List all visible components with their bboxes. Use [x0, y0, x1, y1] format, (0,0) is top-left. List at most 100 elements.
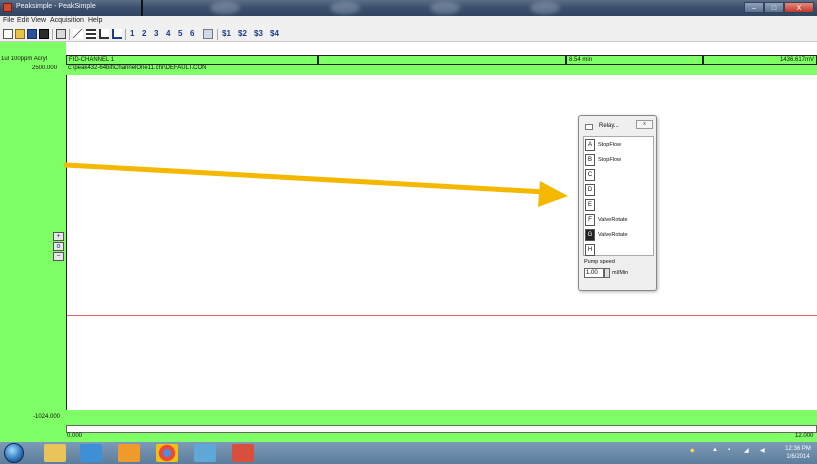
signal-icon[interactable]: ◢ — [744, 447, 749, 454]
menu-acquisition[interactable]: Acquisition — [50, 17, 84, 24]
blurred-region — [330, 2, 360, 14]
pump-speed-unit: ml/Min — [612, 270, 629, 276]
relay-key-button[interactable]: H — [585, 244, 595, 256]
relay-key-button[interactable]: C — [585, 169, 595, 181]
relay-row[interactable]: D — [584, 182, 655, 197]
x-max-label: 12.000 — [795, 433, 814, 439]
toolbar-separator — [52, 29, 53, 40]
overlay-icon[interactable] — [112, 29, 122, 39]
relay-key-button[interactable]: G — [585, 229, 595, 241]
relay-row[interactable]: G ValveRotate — [584, 227, 655, 242]
multi-4-button[interactable]: $4 — [270, 29, 279, 38]
app-icon[interactable] — [232, 444, 254, 462]
print-icon[interactable] — [56, 29, 66, 39]
relay-row[interactable]: C — [584, 167, 655, 182]
toolbar-separator — [217, 29, 218, 40]
clock-date: 1/6/2014 — [786, 454, 810, 460]
relay-row[interactable]: H — [584, 242, 655, 257]
file-path: c:\peak432-64bit\ChannelOne11.chr\DEFAUL… — [68, 65, 207, 71]
blurred-region — [210, 2, 240, 14]
menu-view[interactable]: View — [31, 17, 46, 24]
relay-list: A StopFlow B StopFlow C D E F ValveRotate G ValveR… — [583, 136, 654, 256]
new-file-icon[interactable] — [3, 29, 13, 39]
relay-row[interactable]: B StopFlow — [584, 152, 655, 167]
channel-label: FID-CHANNEL 1 — [66, 55, 318, 65]
multi-1-button[interactable]: $1 — [222, 29, 231, 38]
internet-explorer-icon[interactable] — [80, 444, 102, 462]
baseline-trace — [67, 315, 817, 316]
horizontal-scrollbar[interactable] — [66, 425, 817, 433]
blurred-region — [430, 2, 460, 14]
toolbar-separator — [69, 29, 70, 40]
window-title: Peaksimple - PeakSimple — [16, 3, 96, 10]
relay-row[interactable]: E — [584, 197, 655, 212]
tray-arrow-icon[interactable]: ▲ — [712, 447, 718, 453]
channel-5-button[interactable]: 5 — [178, 29, 182, 38]
relay-window-title: Relay... — [599, 123, 619, 129]
relay-key-button[interactable]: A — [585, 139, 595, 151]
blurred-region — [530, 2, 560, 14]
relay-key-button[interactable]: F — [585, 214, 595, 226]
peaksimple-icon[interactable] — [194, 444, 216, 462]
menu-help[interactable]: Help — [88, 17, 102, 24]
time-readout: 8.54 min — [566, 55, 703, 65]
menu-file[interactable]: File — [3, 17, 14, 24]
relay-key-button[interactable]: B — [585, 154, 595, 166]
pump-speed-label: Pump speed — [584, 259, 615, 265]
menu-bar: File Edit View Acquisition Help — [0, 16, 817, 27]
relay-window-icon — [585, 124, 593, 130]
maximize-button[interactable]: □ — [764, 2, 784, 13]
taskbar: ◆ ▲ ▪ ◢ ◀ 12:36 PM 1/6/2014 — [0, 442, 817, 464]
start-button[interactable] — [4, 443, 24, 463]
results-table-icon[interactable] — [86, 29, 96, 39]
chrome-icon[interactable] — [156, 444, 178, 462]
relay-row[interactable]: F ValveRotate — [584, 212, 655, 227]
menu-edit[interactable]: Edit — [17, 17, 29, 24]
multi-2-button[interactable]: $2 — [238, 29, 247, 38]
chromatogram-plot[interactable] — [66, 75, 817, 410]
volume-icon[interactable]: ◀ — [760, 447, 765, 454]
y-min-label: -1024.000 — [33, 414, 61, 420]
clock-time: 12:36 PM — [785, 446, 811, 452]
channel-2-button[interactable]: 2 — [142, 29, 146, 38]
relay-window: Relay... x A StopFlow B StopFlow C D E F ValveRo… — [578, 115, 657, 291]
zoom-in-icon[interactable]: + — [53, 232, 64, 241]
channel-3-button[interactable]: 3 — [154, 29, 158, 38]
close-button[interactable]: X — [784, 2, 814, 13]
pump-speed-spinner[interactable] — [604, 268, 610, 278]
network-icon[interactable]: ◆ — [690, 447, 695, 454]
save-icon[interactable] — [27, 29, 37, 39]
window-controls: – □ X — [744, 2, 814, 14]
graph-icon[interactable] — [99, 29, 109, 39]
y-max-label: 2500.000 — [32, 65, 58, 71]
minimize-button[interactable]: – — [744, 2, 764, 13]
relay-close-button[interactable]: x — [636, 120, 653, 129]
pump-speed-input[interactable]: 1.00 — [584, 268, 604, 278]
channel-6-button[interactable]: 6 — [190, 29, 194, 38]
toolbar: 1 2 3 4 5 6 $1 $2 $3 $4 — [0, 27, 817, 42]
value-readout: 1436.617mV — [703, 55, 817, 65]
relay-key-button[interactable]: E — [585, 199, 595, 211]
x-min-label: 0.000 — [67, 433, 83, 439]
channel-4-button[interactable]: 4 — [166, 29, 170, 38]
relay-label: ValveRotate — [598, 217, 628, 223]
relay-label: StopFlow — [598, 142, 621, 148]
open-folder-icon[interactable] — [15, 29, 25, 39]
integration-icon[interactable] — [73, 29, 83, 39]
zoom-controls: + o − — [53, 232, 64, 262]
relay-row[interactable]: A StopFlow — [584, 137, 655, 152]
title-bar: Peaksimple - PeakSimple – □ X — [0, 0, 817, 16]
clock[interactable]: 12:36 PM 1/6/2014 — [781, 445, 815, 461]
zoom-out-icon[interactable]: − — [53, 252, 64, 261]
zoom-reset-icon[interactable]: o — [53, 242, 64, 251]
header-field-empty — [318, 55, 566, 65]
all-channels-icon[interactable] — [203, 29, 213, 39]
screenshot: Peaksimple - PeakSimple – □ X File Edit … — [0, 0, 817, 464]
media-player-icon[interactable] — [118, 444, 140, 462]
save-all-icon[interactable] — [39, 29, 49, 39]
explorer-icon[interactable] — [44, 444, 66, 462]
relay-key-button[interactable]: D — [585, 184, 595, 196]
channel-1-button[interactable]: 1 — [130, 29, 134, 38]
multi-3-button[interactable]: $3 — [254, 29, 263, 38]
flag-icon[interactable]: ▪ — [728, 447, 730, 453]
